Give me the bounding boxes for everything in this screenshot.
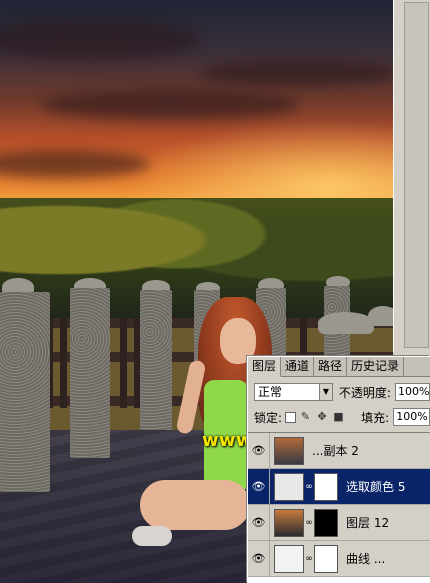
layer-name: 选取颜色 5 [346,480,406,494]
railing-slat [60,318,67,408]
cloud [0,20,200,60]
tab-layers[interactable]: 图层 [248,357,282,377]
lock-label: 锁定: [254,410,283,425]
opacity-label: 不透明度: [338,385,391,400]
link-icon[interactable]: ∞ [304,482,314,492]
tab-history[interactable]: 历史记录 [347,357,405,377]
blend-mode-select[interactable]: 正常 ▼ [254,383,333,401]
post-cap [368,306,393,326]
tab-channels[interactable]: 通道 [281,357,315,377]
layer-row[interactable]: 👁 ∞ 曲线 ... [248,540,430,577]
railing-slat [120,318,127,408]
blend-mode-value: 正常 [258,385,283,399]
scrollbar-thumb[interactable] [404,2,429,348]
layer-row[interactable]: 👁 ...副本 2 [248,432,430,469]
tab-paths[interactable]: 路径 [314,357,348,377]
link-icon[interactable]: ∞ [304,554,314,564]
layer-thumbnail [274,436,304,465]
cloud [40,90,300,120]
brush-icon[interactable]: ✎ [299,410,312,424]
layer-name: 图层 12 [346,516,390,530]
link-icon[interactable]: ∞ [304,518,314,528]
layer-mask-thumbnail[interactable] [314,472,338,501]
fill-input[interactable]: 100% [393,408,430,426]
curves-thumbnail [274,544,304,573]
panel-tabs: 图层 通道 路径 历史记录 [248,357,430,377]
adjustment-thumbnail [274,472,304,501]
layer-name: 曲线 ... [346,552,386,566]
eye-icon[interactable]: 👁 [248,468,270,505]
eye-icon[interactable]: 👁 [248,504,270,541]
layer-thumbnail [274,508,304,537]
lock-icon[interactable]: ■ [332,410,345,424]
layer-mask-thumbnail[interactable] [314,508,338,537]
post-cap [318,312,374,334]
move-icon[interactable]: ✥ [315,410,328,424]
layer-list: 👁 ...副本 2 👁 ∞ 选取颜色 5 👁 ∞ 图层 12 👁 ∞ 曲线 ..… [248,432,430,583]
blend-row: 正常 ▼ 不透明度: 100% [254,382,430,402]
eye-icon[interactable]: 👁 [248,432,270,469]
stone-post [0,292,50,492]
lock-transparency-icon[interactable] [285,411,296,423]
layer-name: ...副本 2 [312,444,359,458]
layers-panel: 图层 通道 路径 历史记录 正常 ▼ 不透明度: 100% 锁定: ✎ ✥ ■ … [247,356,430,583]
vertical-scrollbar[interactable] [393,0,430,352]
layer-row[interactable]: 👁 ∞ 图层 12 [248,504,430,541]
layer-mask-thumbnail[interactable] [314,544,338,573]
opacity-input[interactable]: 100% [394,383,430,401]
girl-legs [140,480,250,530]
eye-icon[interactable]: 👁 [248,540,270,577]
fill-label: 填充: [361,410,390,425]
girl-shoes [132,526,172,546]
stone-post [70,288,110,458]
cloud [200,60,393,86]
stone-post [140,290,172,430]
chevron-down-icon[interactable]: ▼ [318,384,332,400]
lock-row: 锁定: ✎ ✥ ■ 填充: 100% [254,407,430,427]
layer-row[interactable]: 👁 ∞ 选取颜色 5 [248,468,430,505]
